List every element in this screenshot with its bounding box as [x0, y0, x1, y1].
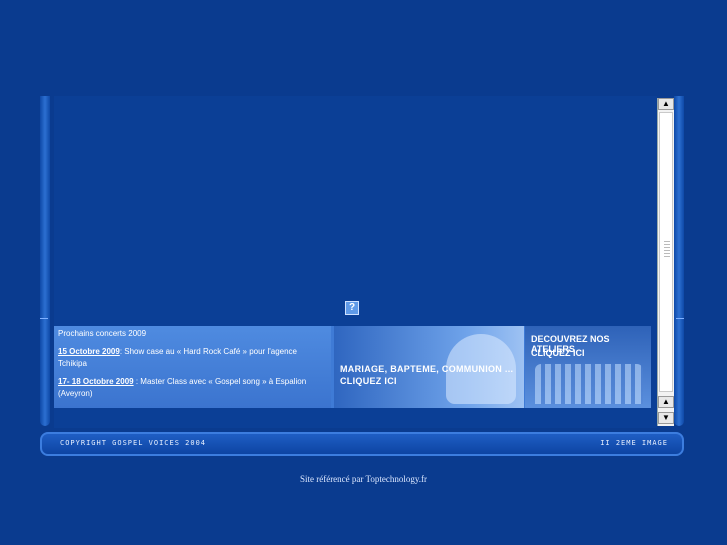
choir-image — [535, 364, 643, 404]
concert-date-link-2[interactable]: 17- 18 Octobre 2009 — [58, 377, 134, 386]
ateliers-banner-cta: CLIQUEZ ICI — [531, 348, 585, 358]
footer-bar: COPYRIGHT GOSPEL VOICES 2004 II 2EME IMA… — [40, 432, 684, 456]
concert-item-1: 15 Octobre 2009: Show case au « Hard Roc… — [58, 346, 327, 370]
scroll-up-arrow-lower-icon[interactable]: ▲ — [658, 396, 674, 408]
concert-item-2: 17- 18 Octobre 2009 : Master Class avec … — [58, 376, 327, 400]
concerts-heading: Prochains concerts 2009 — [58, 329, 147, 338]
frame-left-tick — [40, 318, 48, 319]
scrollbar-grip-icon — [664, 241, 670, 257]
concerts-panel: Prochains concerts 2009 15 Octobre 2009:… — [54, 326, 331, 408]
frame-right-border — [674, 96, 684, 426]
concert-date-link-1[interactable]: 15 Octobre 2009 — [58, 347, 120, 356]
ateliers-banner[interactable]: DECOUVREZ NOS ATELIERS CLIQUEZ ICI — [525, 326, 651, 408]
copyright-text: COPYRIGHT GOSPEL VOICES 2004 — [60, 439, 207, 447]
frame-left-border — [40, 96, 50, 426]
mariage-banner-title: MARIAGE, BAPTEME, COMMUNION ... — [340, 364, 514, 374]
scroll-down-arrow-icon[interactable]: ▼ — [658, 412, 674, 424]
referer-text[interactable]: Site référencé par Toptechnology.fr — [0, 474, 727, 484]
help-icon[interactable]: ? — [345, 301, 359, 315]
main-frame: ? Prochains concerts 2009 15 Octobre 200… — [40, 96, 684, 456]
frame-right-tick — [676, 318, 684, 319]
promo-strip: Prochains concerts 2009 15 Octobre 2009:… — [54, 326, 651, 408]
content-area: ? Prochains concerts 2009 15 Octobre 200… — [54, 96, 657, 428]
mariage-banner-cta: CLIQUEZ ICI — [340, 376, 397, 386]
scrollbar-thumb[interactable] — [659, 112, 673, 392]
mariage-banner[interactable]: MARIAGE, BAPTEME, COMMUNION ... CLIQUEZ … — [334, 326, 524, 408]
vertical-scrollbar[interactable]: ▲ ▲ ▼ — [657, 98, 674, 426]
scroll-up-arrow-icon[interactable]: ▲ — [658, 98, 674, 110]
second-image-link[interactable]: II 2EME IMAGE — [600, 439, 668, 447]
